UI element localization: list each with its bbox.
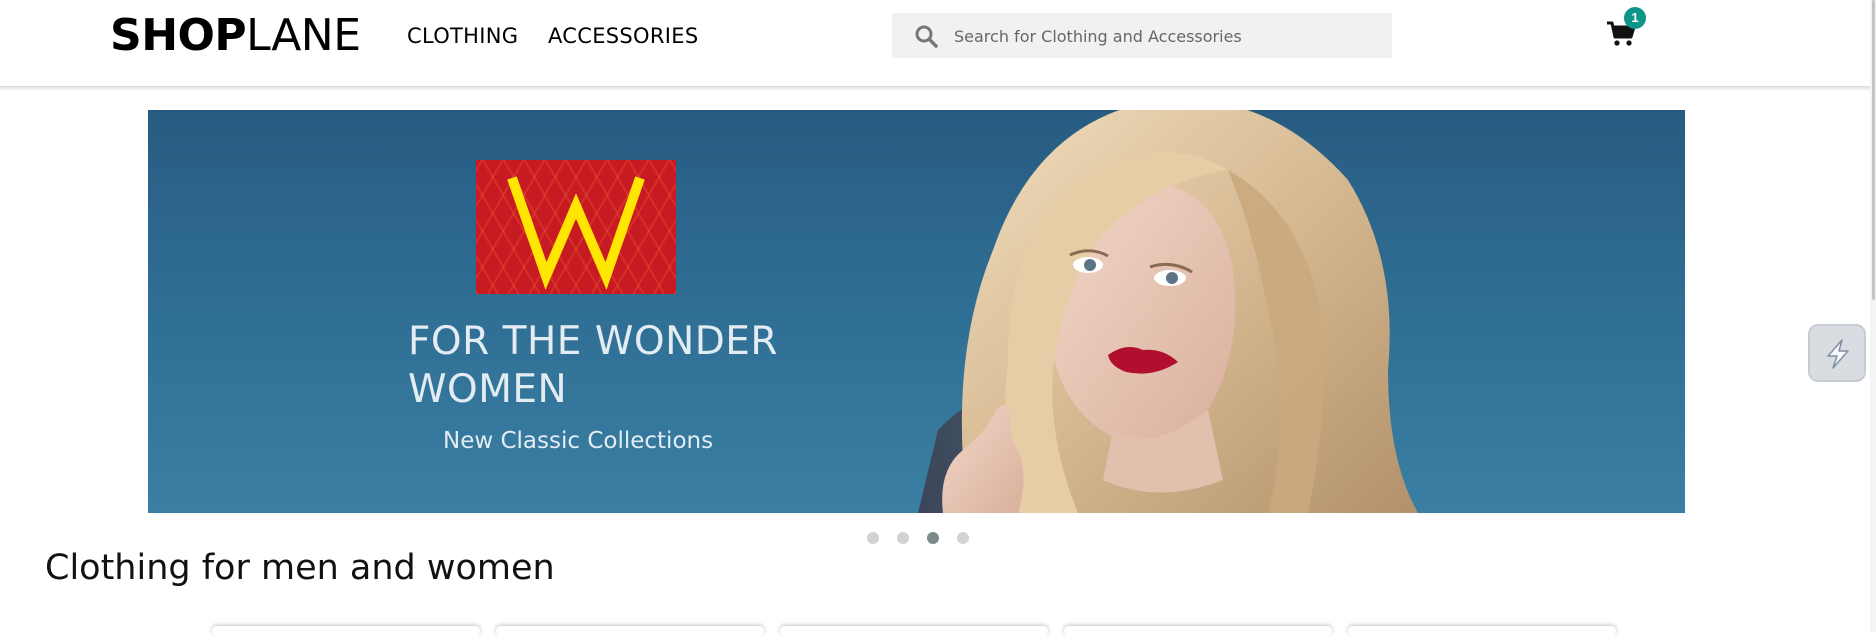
carousel-dot-3[interactable] bbox=[927, 532, 939, 544]
carousel-dot-1[interactable] bbox=[867, 532, 879, 544]
extension-widget-button[interactable] bbox=[1808, 324, 1866, 382]
search-bar[interactable] bbox=[892, 13, 1392, 60]
logo-bold-text: SHOP bbox=[110, 10, 247, 61]
wonder-women-logo bbox=[476, 160, 676, 294]
nav-accessories[interactable]: ACCESSORIES bbox=[548, 24, 698, 48]
product-card[interactable] bbox=[496, 626, 764, 636]
section-title: Clothing for men and women bbox=[45, 548, 555, 588]
lightning-extension-icon bbox=[1827, 339, 1849, 369]
scrollbar-thumb[interactable] bbox=[1872, 0, 1875, 300]
carousel-dot-4[interactable] bbox=[957, 532, 969, 544]
banner-subtitle: New Classic Collections bbox=[443, 428, 714, 454]
shoplane-logo[interactable]: SHOPLANE bbox=[110, 11, 361, 61]
model-photo bbox=[918, 110, 1418, 513]
top-header: SHOPLANE CLOTHING ACCESSORIES 1 bbox=[0, 0, 1874, 87]
nav-clothing[interactable]: CLOTHING bbox=[407, 24, 518, 48]
product-card[interactable] bbox=[212, 626, 480, 636]
hero-banner[interactable]: FOR THE WONDER WOMEN New Classic Collect… bbox=[148, 110, 1685, 513]
cart-count-badge: 1 bbox=[1624, 7, 1646, 29]
search-input[interactable] bbox=[952, 13, 1386, 60]
logo-light-text: LANE bbox=[246, 10, 361, 61]
search-icon bbox=[915, 25, 938, 48]
w-letter-icon bbox=[507, 176, 645, 290]
product-card[interactable] bbox=[1064, 626, 1332, 636]
product-card[interactable] bbox=[1348, 626, 1616, 636]
product-card[interactable] bbox=[780, 626, 1048, 636]
carousel-dot-2[interactable] bbox=[897, 532, 909, 544]
banner-title: FOR THE WONDER WOMEN bbox=[408, 319, 779, 412]
